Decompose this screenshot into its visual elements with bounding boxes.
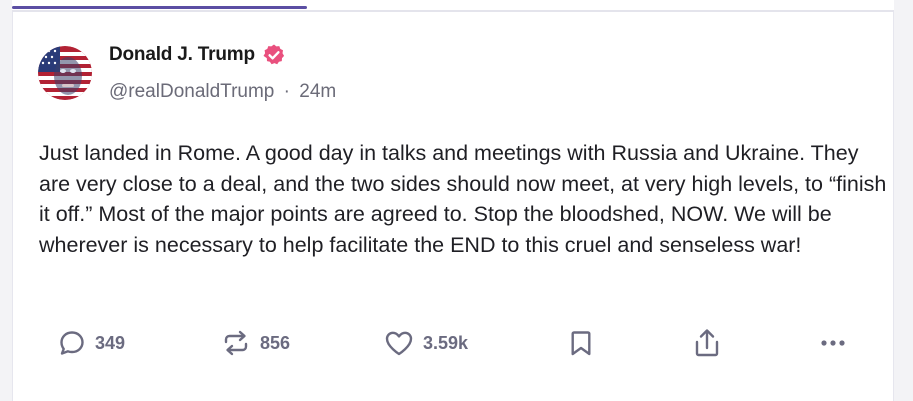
- reply-button[interactable]: 349: [57, 326, 125, 360]
- heart-icon: [383, 328, 415, 358]
- more-options-button[interactable]: [817, 326, 849, 360]
- share-button[interactable]: [691, 326, 723, 360]
- author-row: Donald J. Trump: [109, 41, 286, 69]
- bookmark-button[interactable]: [567, 326, 595, 360]
- separator-dot: ·: [283, 81, 290, 102]
- post-body: Just landed in Rome. A good day in talks…: [39, 141, 887, 257]
- more-dots-icon: [817, 328, 849, 358]
- author-name[interactable]: Donald J. Trump: [109, 44, 255, 66]
- post-timestamp[interactable]: 24m: [299, 81, 336, 102]
- action-bar: 349 856 3.59k: [13, 326, 893, 360]
- post-card: Donald J. Trump @realDonaldTrump · 24m J…: [12, 12, 894, 401]
- avatar[interactable]: [38, 46, 92, 100]
- share-upload-icon: [691, 327, 723, 359]
- like-button[interactable]: 3.59k: [383, 326, 468, 360]
- active-tab-indicator: [12, 6, 307, 9]
- handle-row: @realDonaldTrump · 24m: [109, 81, 336, 103]
- verified-badge-icon: [262, 43, 286, 67]
- reply-count: 349: [95, 332, 126, 353]
- tab-bar: [12, 0, 894, 12]
- author-handle[interactable]: @realDonaldTrump: [109, 81, 274, 102]
- comment-bubble-icon: [57, 328, 87, 358]
- repost-arrows-icon: [220, 328, 252, 358]
- repost-count: 856: [260, 332, 291, 353]
- repost-button[interactable]: 856: [220, 326, 290, 360]
- like-count: 3.59k: [423, 332, 469, 353]
- bookmark-icon: [567, 328, 595, 358]
- avatar-image: [38, 46, 92, 100]
